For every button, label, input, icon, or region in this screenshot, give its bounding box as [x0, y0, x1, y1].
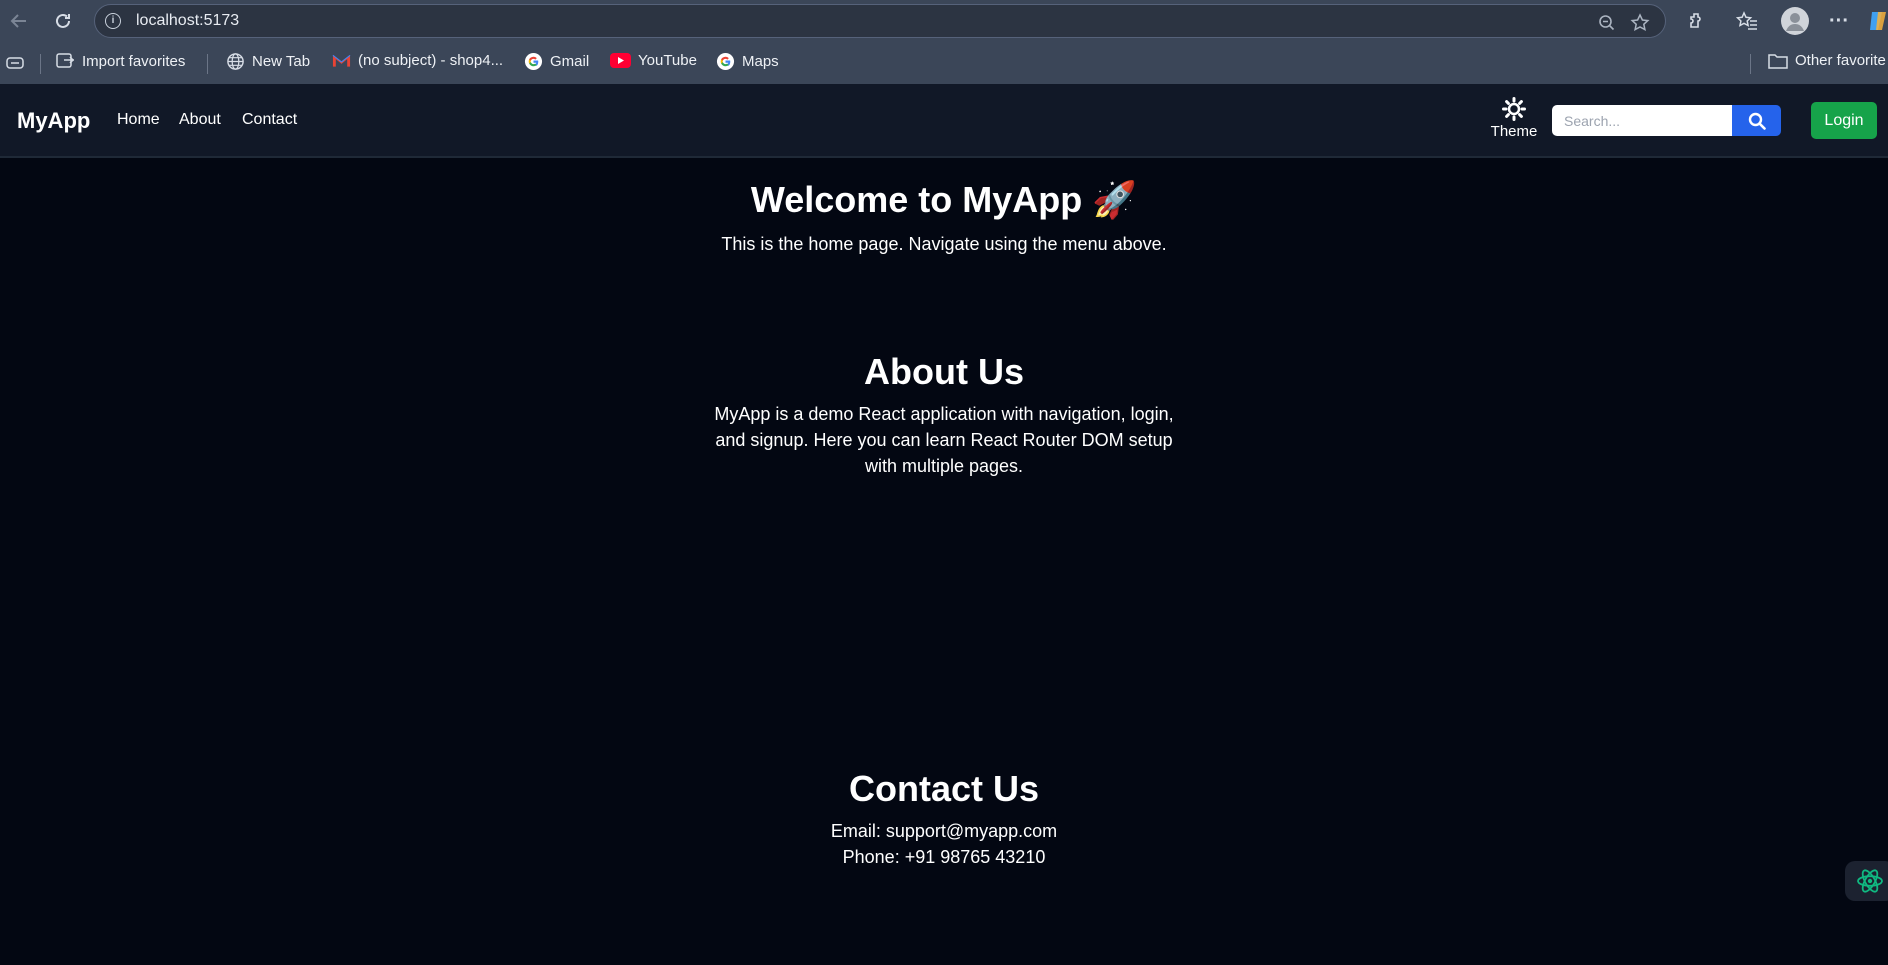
reload-button[interactable] — [48, 6, 78, 36]
bookmark-label: Other favorite — [1795, 52, 1886, 69]
nav-link-home[interactable]: Home — [117, 111, 160, 129]
theme-toggle-button[interactable]: Theme — [1487, 97, 1541, 140]
address-url[interactable]: localhost:5173 — [136, 12, 239, 30]
globe-icon — [227, 53, 244, 70]
bookmark-new-tab[interactable]: New Tab — [226, 52, 310, 71]
zoom-icon[interactable] — [1595, 11, 1619, 35]
app-navbar: MyApp Home About Contact Theme Login — [0, 84, 1888, 158]
bookmark-label: Gmail — [550, 53, 590, 70]
search-icon — [1748, 112, 1766, 130]
search-form — [1552, 105, 1781, 136]
bookmark-gmail-subject[interactable]: (no subject) - shop4... — [332, 52, 503, 69]
bookmark-divider — [1750, 54, 1751, 74]
reload-icon — [56, 13, 70, 28]
tab-actions-icon[interactable] — [6, 56, 24, 70]
browser-chrome: i localhost:5173 ··· Import favorites Ne… — [0, 0, 1888, 84]
about-text: MyApp is a demo React application with n… — [714, 404, 1174, 476]
gmail-icon — [332, 54, 351, 67]
bookmark-label: (no subject) - shop4... — [358, 52, 504, 69]
bookmark-divider — [40, 54, 41, 74]
search-button[interactable] — [1732, 105, 1781, 136]
copilot-icon[interactable] — [1868, 8, 1888, 34]
bookmarks-bar: Import favorites New Tab (no subject) - … — [0, 42, 1888, 84]
favorite-star-icon[interactable] — [1628, 11, 1652, 35]
contact-title: Contact Us — [848, 768, 1040, 809]
browser-toolbar: i localhost:5173 ··· — [0, 0, 1888, 42]
back-button[interactable] — [4, 6, 34, 36]
bookmark-gmail[interactable]: Gmail — [524, 52, 589, 71]
home-text: This is the home page. Navigate using th… — [721, 234, 1167, 254]
profile-avatar-icon[interactable] — [1780, 6, 1810, 36]
bookmark-label: New Tab — [252, 53, 311, 70]
main-content: Welcome to MyApp 🚀 This is the home page… — [0, 158, 1888, 965]
favorites-icon[interactable] — [1734, 8, 1760, 34]
contact-email: Email: support@myapp.com — [830, 821, 1058, 841]
folder-icon — [1768, 53, 1788, 69]
site-info-icon[interactable]: i — [105, 13, 121, 29]
theme-label: Theme — [1490, 123, 1538, 140]
search-input[interactable] — [1552, 105, 1732, 136]
back-arrow-icon — [10, 14, 26, 28]
sun-icon — [1502, 97, 1526, 121]
import-icon — [56, 53, 75, 68]
about-title: About Us — [864, 351, 1024, 392]
bookmark-other-favorites[interactable]: Other favorite — [1768, 52, 1886, 69]
contact-phone: Phone: +91 98765 43210 — [842, 847, 1046, 867]
youtube-icon — [610, 53, 631, 68]
bookmark-divider — [207, 54, 208, 74]
google-icon — [716, 52, 735, 71]
bookmark-maps[interactable]: Maps — [716, 52, 779, 71]
address-bar[interactable]: i localhost:5173 — [94, 4, 1666, 38]
more-menu-icon[interactable]: ··· — [1826, 8, 1852, 34]
home-title: Welcome to MyApp 🚀 — [750, 179, 1138, 220]
google-icon — [524, 52, 543, 71]
bookmark-import-favorites[interactable]: Import favorites — [56, 52, 185, 70]
login-button[interactable]: Login — [1811, 102, 1877, 139]
bookmark-label: YouTube — [638, 52, 697, 69]
bookmark-label: Import favorites — [82, 52, 186, 70]
bookmark-label: Maps — [742, 53, 779, 70]
brand-logo[interactable]: MyApp — [17, 108, 90, 134]
bookmark-youtube[interactable]: YouTube — [610, 52, 697, 69]
nav-link-contact[interactable]: Contact — [242, 111, 297, 129]
atom-icon — [1857, 869, 1883, 893]
react-devtools-button[interactable] — [1845, 861, 1888, 901]
extensions-icon[interactable] — [1684, 8, 1710, 34]
nav-link-about[interactable]: About — [179, 111, 221, 129]
